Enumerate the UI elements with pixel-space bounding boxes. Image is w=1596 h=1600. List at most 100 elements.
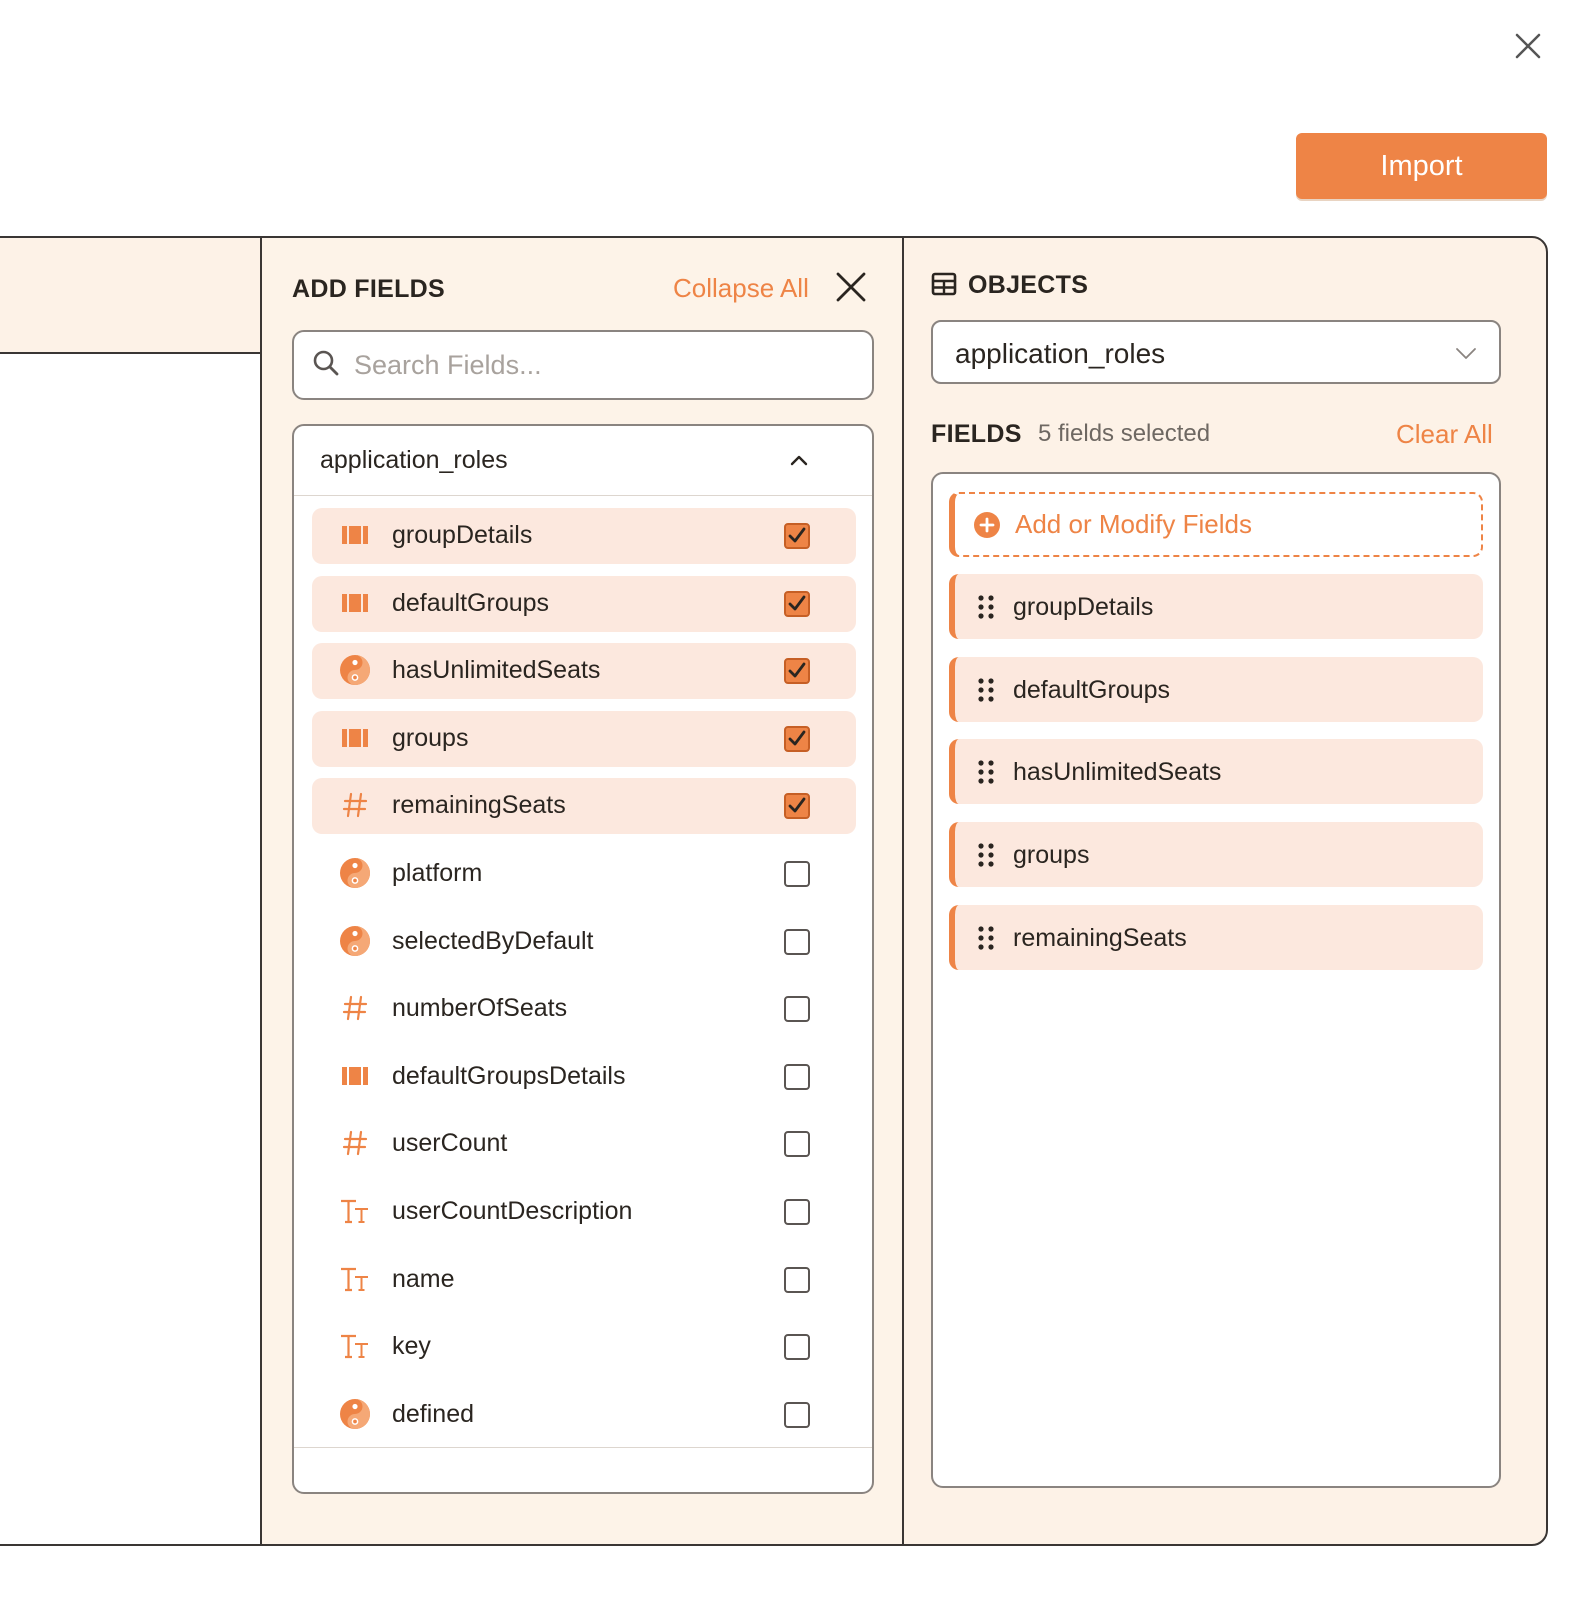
checkbox-unchecked[interactable] [784,996,810,1023]
boolean-icon [338,653,372,687]
field-label: platform [392,858,483,887]
field-row[interactable]: defaultGroups [312,575,856,632]
drag-handle-icon[interactable] [977,677,995,703]
search-input[interactable] [354,349,834,381]
selected-fields-list: Add or Modify Fields groupDetails default… [931,472,1501,1488]
selected-field-label: groupDetails [1013,593,1154,621]
field-row[interactable]: key [312,1319,856,1375]
field-row[interactable]: userCount [312,1116,856,1172]
close-add-fields-icon[interactable] [834,270,868,304]
list-divider [294,1447,872,1448]
collapse-all-link[interactable]: Collapse All [673,273,809,304]
add-modify-fields-button[interactable]: Add or Modify Fields [949,492,1483,557]
checkbox-unchecked[interactable] [784,1334,810,1361]
import-button[interactable]: Import [1296,133,1547,199]
table-icon [931,271,957,297]
field-label: groupDetails [392,521,533,549]
search-field[interactable] [292,330,874,400]
boolean-icon [338,1397,372,1431]
field-label: remainingSeats [392,791,566,820]
field-label: userCountDescription [392,1196,633,1225]
field-list: groupDetails defaultGroups hasUnlimitedSea… [294,496,872,1443]
boolean-icon [338,856,372,890]
drag-handle-icon[interactable] [977,759,995,785]
boolean-icon [338,924,372,958]
close-modal-icon[interactable] [1510,28,1546,64]
chevron-up-icon[interactable] [788,450,810,472]
left-pane [0,238,262,1544]
field-row[interactable]: defined [312,1387,856,1443]
fields-title: FIELDS [931,420,1022,448]
array-icon [338,586,372,620]
selected-field-label: remainingSeats [1013,923,1187,952]
objects-panel: OBJECTS application_roles FIELDS 5 field… [906,238,1546,1544]
fields-count: 5 fields selected [1038,420,1211,447]
field-row[interactable]: numberOfSeats [312,981,856,1037]
field-label: name [392,1264,455,1293]
add-modify-fields-label: Add or Modify Fields [1015,509,1252,539]
array-icon [338,1059,372,1093]
field-group: application_roles groupDetails defaultGro… [292,424,874,1494]
selected-field-label: defaultGroups [1013,675,1171,704]
checkbox-unchecked[interactable] [784,1198,810,1225]
array-icon [338,518,372,552]
add-fields-panel: ADD FIELDS Collapse All application_role… [262,238,904,1544]
search-icon [312,349,340,382]
checkbox-unchecked[interactable] [784,928,810,955]
field-label: userCount [392,1129,508,1158]
field-row[interactable]: platform [312,846,856,902]
selected-field-item[interactable]: groups [949,822,1483,888]
checkbox-unchecked[interactable] [784,1401,810,1428]
field-group-name: application_roles [320,446,508,474]
plus-circle-icon [973,511,1001,539]
field-label: defaultGroupsDetails [392,1061,626,1090]
field-row[interactable]: userCountDescription [312,1184,856,1240]
field-label: defined [392,1399,475,1428]
checkbox-unchecked[interactable] [784,1266,810,1293]
text-icon [338,1329,372,1363]
object-select-value: application_roles [955,338,1166,369]
object-select[interactable]: application_roles [931,320,1501,384]
text-icon [338,1262,372,1296]
number-icon [338,991,372,1025]
selected-field-item[interactable]: defaultGroups [949,656,1483,722]
field-label: groups [392,723,469,752]
checkbox-checked[interactable] [784,523,810,549]
number-icon [338,788,372,822]
left-pane-header [0,238,260,354]
objects-title: OBJECTS [968,271,1089,299]
add-fields-title: ADD FIELDS [292,275,445,303]
field-row[interactable]: hasUnlimitedSeats [312,643,856,700]
drag-handle-icon[interactable] [977,925,995,951]
checkbox-unchecked[interactable] [784,1063,810,1090]
field-label: numberOfSeats [392,994,568,1023]
array-icon [338,721,372,755]
checkbox-unchecked[interactable] [784,1131,810,1158]
field-row[interactable]: defaultGroupsDetails [312,1049,856,1105]
chevron-down-icon [1453,340,1479,366]
field-row[interactable]: groups [312,710,856,767]
field-label: key [392,1332,431,1361]
selected-field-item[interactable]: hasUnlimitedSeats [949,739,1483,805]
checkbox-checked[interactable] [784,725,810,752]
import-panel: ADD FIELDS Collapse All application_role… [0,236,1548,1546]
field-row[interactable]: selectedByDefault [312,914,856,970]
drag-handle-icon[interactable] [977,594,995,620]
text-icon [338,1194,372,1228]
checkbox-checked[interactable] [784,590,810,617]
field-row[interactable]: remainingSeats [312,778,856,835]
field-label: selectedByDefault [392,926,594,955]
selected-field-item[interactable]: groupDetails [949,574,1483,639]
drag-handle-icon[interactable] [977,842,995,868]
checkbox-checked[interactable] [784,658,810,685]
field-label: hasUnlimitedSeats [392,656,601,685]
field-row[interactable]: groupDetails [312,508,856,564]
field-group-header[interactable]: application_roles [294,426,872,496]
selected-field-item[interactable]: remainingSeats [949,904,1483,970]
selected-field-label: hasUnlimitedSeats [1013,758,1222,787]
field-row[interactable]: name [312,1252,856,1308]
checkbox-unchecked[interactable] [784,860,810,887]
checkbox-checked[interactable] [784,793,810,820]
number-icon [338,1126,372,1160]
clear-all-link[interactable]: Clear All [1396,419,1493,450]
